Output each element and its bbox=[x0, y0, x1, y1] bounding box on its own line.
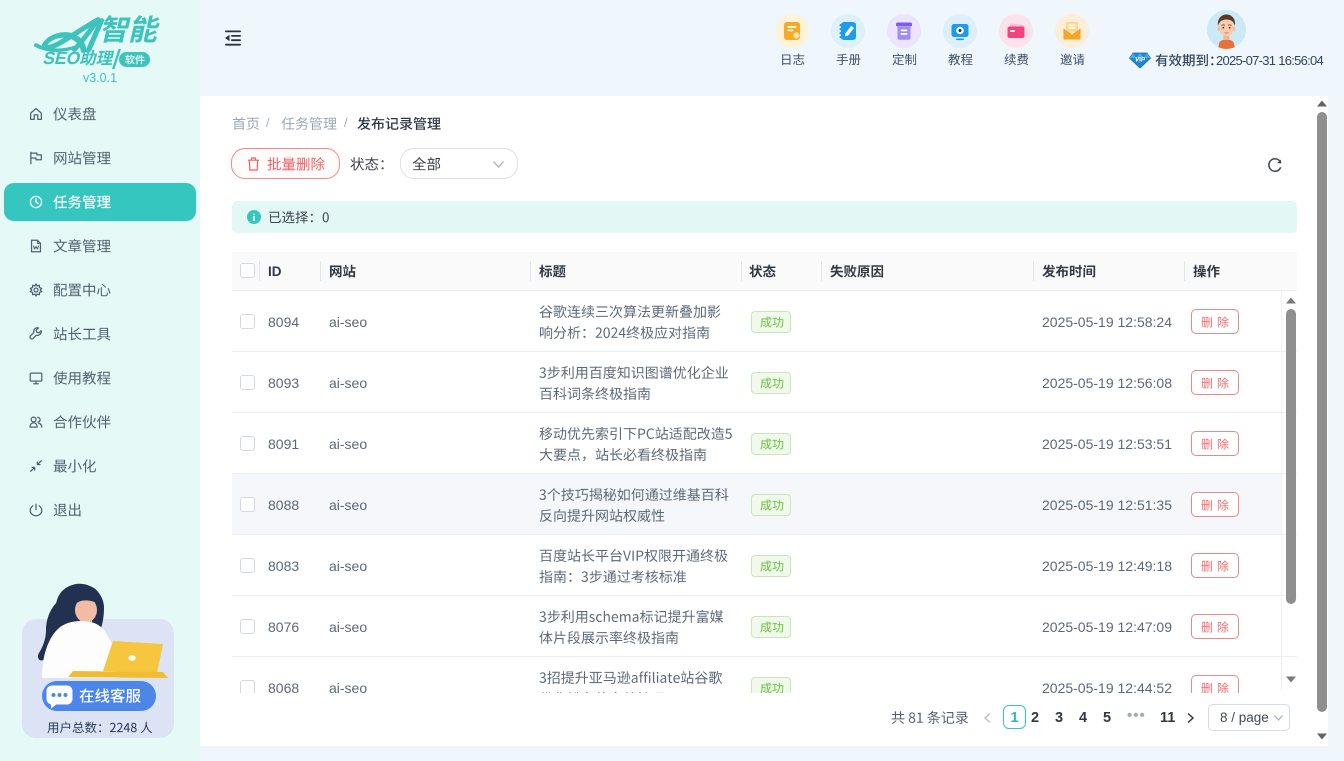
svg-text:VIP: VIP bbox=[1135, 57, 1146, 64]
svg-text:SEO: SEO bbox=[41, 48, 83, 68]
